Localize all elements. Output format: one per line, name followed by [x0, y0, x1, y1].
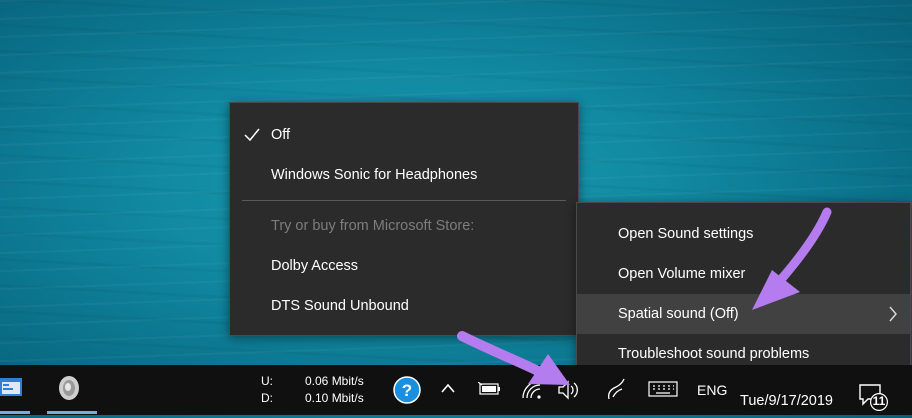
chevron-up-icon[interactable] — [440, 381, 456, 395]
menu-item-label: Open Sound settings — [618, 226, 754, 242]
app-icon-2[interactable] — [56, 374, 82, 402]
menu-item-label: Open Volume mixer — [618, 266, 746, 282]
menu-item-off[interactable]: Off — [230, 115, 578, 155]
menu-item-label: Try or buy from Microsoft Store: — [271, 218, 475, 234]
menu-item-windows-sonic[interactable]: Windows Sonic for Headphones — [230, 155, 578, 195]
keyboard-graphic — [648, 381, 678, 397]
upload-label: U: — [261, 374, 273, 388]
download-value: 0.10 Mbit/s — [305, 391, 364, 405]
download-row: D: 0.10 Mbit/s — [261, 390, 381, 407]
upload-row: U: 0.06 Mbit/s — [261, 373, 381, 390]
app-window-icon — [0, 378, 22, 396]
pen-icon[interactable] — [604, 377, 628, 401]
app-active-indicator — [0, 411, 30, 414]
date-time[interactable]: Tue/9/17/2019 — [740, 393, 833, 409]
menu-item-label: Troubleshoot sound problems — [618, 346, 810, 362]
download-label: D: — [261, 391, 273, 405]
check-icon — [244, 128, 260, 142]
menu-separator — [242, 200, 566, 201]
app-active-indicator — [47, 411, 97, 414]
spatial-sound-submenu: Off Windows Sonic for Headphones Try or … — [229, 102, 579, 336]
network-speed-meter: U: 0.06 Mbit/s D: 0.10 Mbit/s — [261, 373, 381, 407]
menu-item-spatial-sound[interactable]: Spatial sound (Off) — [577, 294, 910, 334]
menu-item-open-volume-mixer[interactable]: Open Volume mixer — [577, 254, 910, 294]
battery-icon[interactable] — [477, 381, 502, 396]
notification-count-badge: 11 — [872, 394, 886, 408]
svg-text:?: ? — [402, 381, 412, 400]
pen-graphic — [608, 378, 625, 400]
volume-context-menu: Open Sound settings Open Volume mixer Sp… — [576, 202, 911, 376]
menu-item-store-heading: Try or buy from Microsoft Store: — [230, 206, 578, 246]
language-indicator[interactable]: ENG — [697, 382, 727, 398]
menu-item-dts-sound-unbound[interactable]: DTS Sound Unbound — [230, 286, 578, 326]
upload-value: 0.06 Mbit/s — [305, 374, 364, 388]
help-icon-graphic: ? — [393, 376, 421, 404]
keyboard-icon[interactable] — [648, 381, 678, 397]
app-icon-1[interactable] — [0, 375, 24, 399]
menu-item-label: DTS Sound Unbound — [271, 298, 409, 314]
chevron-up-graphic — [441, 383, 455, 393]
help-icon[interactable]: ? — [393, 376, 421, 404]
battery-graphic — [477, 381, 500, 395]
wifi-graphic — [522, 380, 541, 399]
menu-item-label: Spatial sound (Off) — [618, 306, 739, 322]
menu-item-dolby-access[interactable]: Dolby Access — [230, 246, 578, 286]
menu-item-label: Windows Sonic for Headphones — [271, 167, 478, 183]
notification-icon[interactable]: 11 — [858, 383, 890, 413]
taskbar: U: 0.06 Mbit/s D: 0.10 Mbit/s ? ENG Tue/… — [0, 365, 912, 415]
volume-icon[interactable] — [557, 379, 583, 401]
wifi-icon[interactable] — [520, 378, 542, 400]
menu-item-label: Off — [271, 127, 291, 143]
menu-item-label: Dolby Access — [271, 258, 359, 274]
speaker-app-icon — [59, 376, 79, 400]
menu-item-open-sound-settings[interactable]: Open Sound settings — [577, 214, 910, 254]
chevron-right-icon — [889, 306, 897, 322]
volume-graphic — [558, 380, 578, 400]
